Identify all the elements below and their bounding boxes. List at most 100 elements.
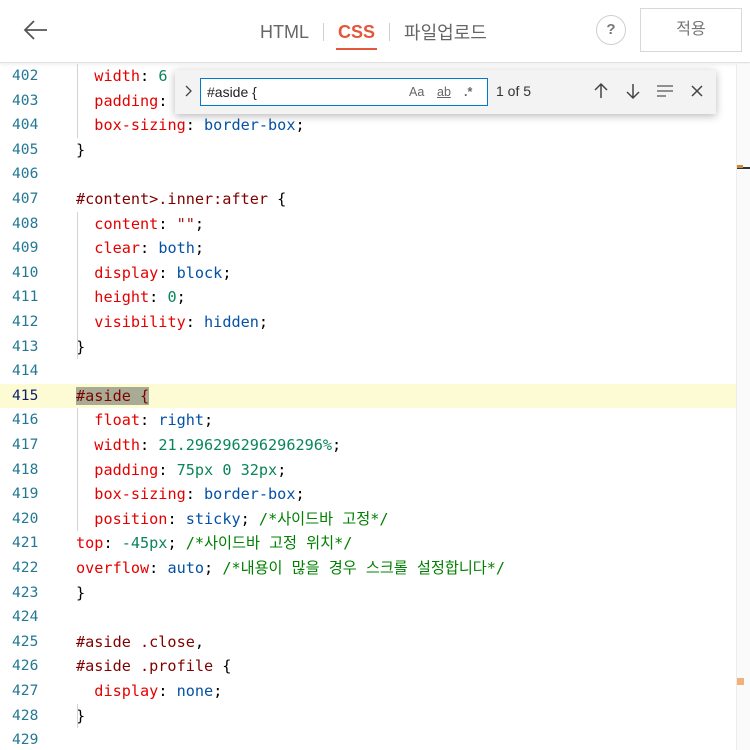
code-token: border-box [204,116,296,135]
code-token: 6 [158,67,168,85]
code-token: block [176,263,223,282]
code-line[interactable]: 425 #aside .close, [0,630,736,655]
line-number: 412 [12,313,39,330]
code-token: overflow [76,559,150,577]
find-input[interactable] [207,82,397,102]
code-text: display: block; [76,261,231,286]
code-line[interactable]: 407 #content>.inner:after { [0,187,736,212]
code-line[interactable]: 416 float: right; [0,408,736,433]
match-case-toggle[interactable]: Aa [409,83,424,101]
code-line[interactable]: 409 clear: both; [0,236,736,261]
code-token: : [140,67,159,85]
code-line[interactable]: 427 display: none; [0,679,736,704]
code-token: : [158,460,177,479]
find-input-box: Aa ab .* [200,78,488,106]
code-line[interactable]: 424 [0,605,736,630]
tab-html[interactable]: HTML [258,22,311,43]
code-line[interactable]: 413} [0,335,736,360]
search-match-highlight: #aside { [76,386,150,405]
help-button[interactable]: ? [596,15,626,45]
find-in-selection-button[interactable] [654,80,676,102]
code-token: #content>.inner:after [76,190,269,208]
line-number: 407 [12,190,39,207]
line-number: 402 [12,67,39,84]
code-line[interactable]: 420 position: sticky; /*사이드바 고정*/ [0,507,736,532]
code-token: position [94,509,168,528]
code-line[interactable]: 406 [0,162,736,187]
code-token: 75px 0 32px [176,460,278,479]
previous-match-button[interactable] [590,80,612,102]
code-line[interactable]: 419 box-sizing: border-box; [0,482,736,507]
code-line[interactable]: 422 overflow: auto; /*내용이 많을 경우 스크롤 설정합니다… [0,556,736,581]
code-token: 21.296296296296296% [158,436,333,454]
code-line[interactable]: 428} [0,704,736,729]
apply-button[interactable]: 적용 [640,8,742,52]
code-token: : [149,559,168,577]
code-line[interactable]: 429 [0,728,736,750]
back-button[interactable] [20,14,52,46]
code-token: box-sizing [94,485,186,504]
code-line[interactable]: 410 display: block; [0,261,736,286]
code-token: } [76,583,86,602]
code-line[interactable]: 405} [0,138,736,163]
code-token: hidden [204,313,259,331]
code-token: : [158,263,177,282]
line-number: 410 [12,263,39,281]
code-line[interactable]: 412 visibility: hidden; [0,310,736,335]
code-line[interactable]: 417 width: 21.296296296296296%; [0,433,736,458]
code-token: top [76,534,104,553]
code-token: -45px [121,534,168,553]
line-number: 425 [12,632,39,650]
code-text: overflow: auto; /*내용이 많을 경우 스크롤 설정합니다*/ [76,556,505,581]
code-line[interactable]: 404 box-sizing: border-box; [0,113,736,138]
code-line[interactable]: 414 [0,359,736,384]
code-text: clear: both; [76,236,204,261]
code-line[interactable]: 418 padding: 75px 0 32px; [0,458,736,483]
whole-word-toggle[interactable]: ab [437,83,451,101]
code-token: : [103,534,122,553]
line-number: 413 [12,337,39,355]
code-text: visibility: hidden; [76,310,268,335]
code-line[interactable]: 426 #aside .profile { [0,654,736,679]
toggle-replace-button[interactable] [181,80,197,102]
code-token: ; [240,509,259,528]
code-line[interactable]: 408 content: ""; [0,212,736,237]
code-token: box-sizing [94,116,186,135]
line-number: 424 [12,608,39,626]
line-number: 428 [12,706,39,724]
code-editor[interactable]: 402 width: 6 403 padding: 404 box-sizing: … [0,64,736,750]
code-token: : [185,116,205,135]
tab-file-upload[interactable]: 파일업로드 [402,19,489,45]
line-number: 406 [12,165,39,183]
top-bar: HTML CSS 파일업로드 ? 적용 [0,0,750,63]
close-find-button[interactable] [686,80,708,102]
regex-toggle[interactable]: .* [464,83,472,101]
code-line[interactable]: 411 height: 0; [0,285,736,310]
line-number: 416 [12,411,39,429]
code-token: auto [167,559,205,577]
code-line[interactable]: 415 #aside { [0,383,736,409]
tab-divider [323,23,324,41]
tab-css[interactable]: CSS [336,22,378,50]
code-line[interactable]: 421 top: -45px; /*사이드바 고정 위치*/ [0,531,736,556]
chevron-right-icon [185,85,192,97]
code-token: display [94,263,159,282]
code-text: padding: 75px 0 32px; [76,458,286,483]
code-line[interactable]: 423} [0,581,736,606]
code-text: width: 21.296296296296296%; [76,433,341,458]
code-token: display [94,682,159,700]
code-token: , [194,632,205,651]
code-token: : [149,288,168,307]
code-text: box-sizing: border-box; [76,482,304,507]
close-icon [691,85,703,97]
indent-guide [77,211,78,360]
code-token: : [140,436,159,454]
next-match-button[interactable] [622,80,644,102]
editor-scrollbar[interactable] [736,64,750,750]
line-number: 420 [12,509,39,527]
code-text: #aside { [76,384,150,409]
code-text: #aside .profile { [76,654,231,679]
